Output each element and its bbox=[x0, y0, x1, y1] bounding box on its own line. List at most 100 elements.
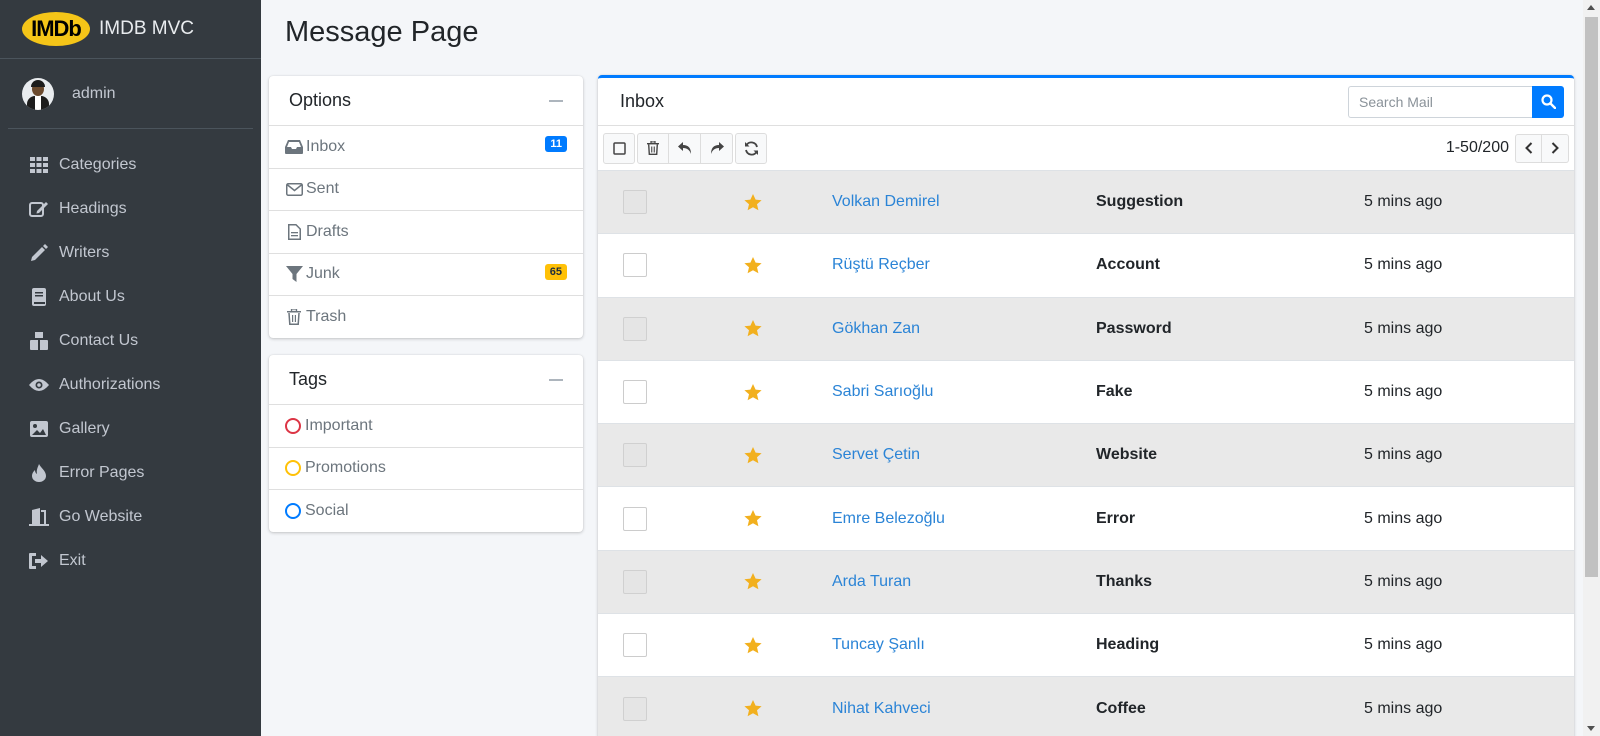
sidebar-item-contact-us[interactable]: Contact Us bbox=[0, 319, 261, 363]
subject-text: Error bbox=[1096, 509, 1136, 527]
mail-list: Volkan Demirel Suggestion 5 mins ago Rüş… bbox=[598, 170, 1574, 736]
row-checkbox[interactable] bbox=[623, 506, 647, 531]
sidebar-item-gallery[interactable]: Gallery bbox=[0, 407, 261, 451]
collapse-icon[interactable] bbox=[549, 378, 563, 381]
reply-button[interactable] bbox=[669, 132, 701, 164]
user-panel[interactable]: admin bbox=[8, 59, 253, 129]
star-icon[interactable] bbox=[744, 383, 764, 401]
table-row[interactable]: Servet Çetin Website 5 mins ago bbox=[598, 423, 1574, 487]
sidebar-item-label: Headings bbox=[59, 200, 127, 217]
star-icon[interactable] bbox=[744, 700, 764, 717]
star-icon[interactable] bbox=[744, 193, 764, 211]
next-page-button[interactable] bbox=[1542, 133, 1569, 163]
sidebar-item-go-website[interactable]: Go Website bbox=[0, 495, 261, 539]
folder-label: Drafts bbox=[306, 222, 349, 240]
folder-label: Trash bbox=[306, 308, 347, 326]
subject-text: Fake bbox=[1096, 383, 1133, 401]
refresh-button[interactable] bbox=[735, 132, 767, 164]
tag-promotions[interactable]: Promotions bbox=[269, 448, 583, 490]
sidebar-item-exit[interactable]: Exit bbox=[0, 539, 261, 583]
star-icon[interactable] bbox=[744, 256, 764, 274]
row-checkbox[interactable] bbox=[623, 380, 647, 405]
sidebar-item-label: Go Website bbox=[59, 508, 143, 525]
file-icon bbox=[285, 223, 303, 241]
sender-link[interactable]: Tuncay Şanlı bbox=[832, 636, 925, 654]
row-checkbox[interactable] bbox=[623, 253, 647, 278]
folder-drafts[interactable]: Drafts bbox=[269, 211, 583, 254]
sender-link[interactable]: Servet Çetin bbox=[832, 446, 920, 464]
sender-link[interactable]: Emre Belezoğlu bbox=[832, 510, 945, 528]
scroll-thumb[interactable] bbox=[1585, 17, 1598, 577]
folder-junk[interactable]: Junk 65 bbox=[269, 254, 583, 296]
pencil-icon bbox=[29, 243, 49, 263]
row-checkbox[interactable] bbox=[623, 696, 647, 721]
folder-label: Junk bbox=[306, 265, 340, 283]
star-icon[interactable] bbox=[744, 320, 764, 337]
folder-sent[interactable]: Sent bbox=[269, 169, 583, 211]
pagination-buttons bbox=[1515, 133, 1569, 163]
sender-link[interactable]: Arda Turan bbox=[832, 573, 911, 591]
tag-important[interactable]: Important bbox=[269, 405, 583, 448]
star-icon[interactable] bbox=[744, 446, 764, 464]
star-icon[interactable] bbox=[744, 573, 764, 590]
user-name[interactable]: admin bbox=[72, 85, 116, 103]
sender-link[interactable]: Gökhan Zan bbox=[832, 320, 920, 338]
sender-link[interactable]: Volkan Demirel bbox=[832, 193, 940, 211]
table-row[interactable]: Arda Turan Thanks 5 mins ago bbox=[598, 549, 1574, 614]
folder-inbox[interactable]: Inbox 11 bbox=[269, 126, 583, 169]
scroll-down-icon[interactable] bbox=[1587, 726, 1595, 731]
sidebar: IMDb IMDB MVC admin Categories Headings … bbox=[0, 0, 261, 736]
row-checkbox[interactable] bbox=[623, 569, 647, 594]
tag-label: Social bbox=[305, 502, 349, 520]
sidebar-item-about-us[interactable]: About Us bbox=[0, 275, 261, 319]
select-all-button[interactable] bbox=[603, 132, 635, 164]
folder-trash[interactable]: Trash bbox=[269, 296, 583, 339]
sidebar-item-categories[interactable]: Categories bbox=[0, 143, 261, 187]
circle-icon bbox=[285, 417, 301, 434]
scroll-up-icon[interactable] bbox=[1587, 5, 1595, 10]
sidebar-item-label: About Us bbox=[59, 288, 125, 305]
sidebar-item-writers[interactable]: Writers bbox=[0, 231, 261, 275]
tags-header: Tags bbox=[269, 355, 583, 405]
row-checkbox[interactable] bbox=[623, 316, 647, 341]
tags-card: Tags Important Promotions Social bbox=[269, 355, 583, 532]
previous-page-button[interactable] bbox=[1515, 133, 1542, 163]
sidebar-nav: Categories Headings Writers About Us Con… bbox=[0, 143, 261, 583]
row-checkbox[interactable] bbox=[623, 633, 647, 658]
brand-link[interactable]: IMDb IMDB MVC bbox=[0, 0, 261, 59]
subject-text: Heading bbox=[1096, 636, 1160, 654]
row-checkbox[interactable] bbox=[623, 190, 647, 215]
sender-link[interactable]: Sabri Sarıoğlu bbox=[832, 383, 933, 401]
sidebar-item-error-pages[interactable]: Error Pages bbox=[0, 451, 261, 495]
sender-link[interactable]: Rüştü Reçber bbox=[832, 256, 930, 274]
envelope-icon bbox=[285, 180, 303, 198]
tag-label: Important bbox=[305, 416, 373, 434]
table-row[interactable]: Emre Belezoğlu Error 5 mins ago bbox=[598, 486, 1574, 550]
sidebar-item-label: Gallery bbox=[59, 420, 110, 437]
circle-icon bbox=[285, 503, 301, 520]
row-checkbox[interactable] bbox=[623, 443, 647, 468]
trash-icon bbox=[285, 308, 303, 326]
table-row[interactable]: Tuncay Şanlı Heading 5 mins ago bbox=[598, 613, 1574, 677]
star-icon[interactable] bbox=[744, 510, 764, 527]
delete-button[interactable] bbox=[637, 132, 669, 164]
table-row[interactable]: Volkan Demirel Suggestion 5 mins ago bbox=[598, 170, 1574, 234]
collapse-icon[interactable] bbox=[549, 99, 563, 102]
page-scrollbar[interactable] bbox=[1583, 0, 1600, 736]
sidebar-item-label: Error Pages bbox=[59, 464, 145, 481]
search-input[interactable] bbox=[1348, 85, 1532, 118]
sidebar-item-headings[interactable]: Headings bbox=[0, 187, 261, 231]
eye-icon bbox=[29, 375, 49, 395]
table-row[interactable]: Sabri Sarıoğlu Fake 5 mins ago bbox=[598, 359, 1574, 424]
table-row[interactable]: Gökhan Zan Password 5 mins ago bbox=[598, 296, 1574, 360]
search-button[interactable] bbox=[1532, 85, 1564, 118]
table-row[interactable]: Rüştü Reçber Account 5 mins ago bbox=[598, 233, 1574, 297]
time-text: 5 mins ago bbox=[1364, 256, 1443, 274]
search-group bbox=[1348, 85, 1564, 118]
sender-link[interactable]: Nihat Kahveci bbox=[832, 700, 931, 718]
forward-button[interactable] bbox=[701, 132, 733, 164]
star-icon[interactable] bbox=[744, 636, 764, 654]
sidebar-item-authorizations[interactable]: Authorizations bbox=[0, 363, 261, 407]
tag-social[interactable]: Social bbox=[269, 490, 583, 533]
table-row[interactable]: Nihat Kahveci Coffee 5 mins ago bbox=[598, 676, 1574, 736]
